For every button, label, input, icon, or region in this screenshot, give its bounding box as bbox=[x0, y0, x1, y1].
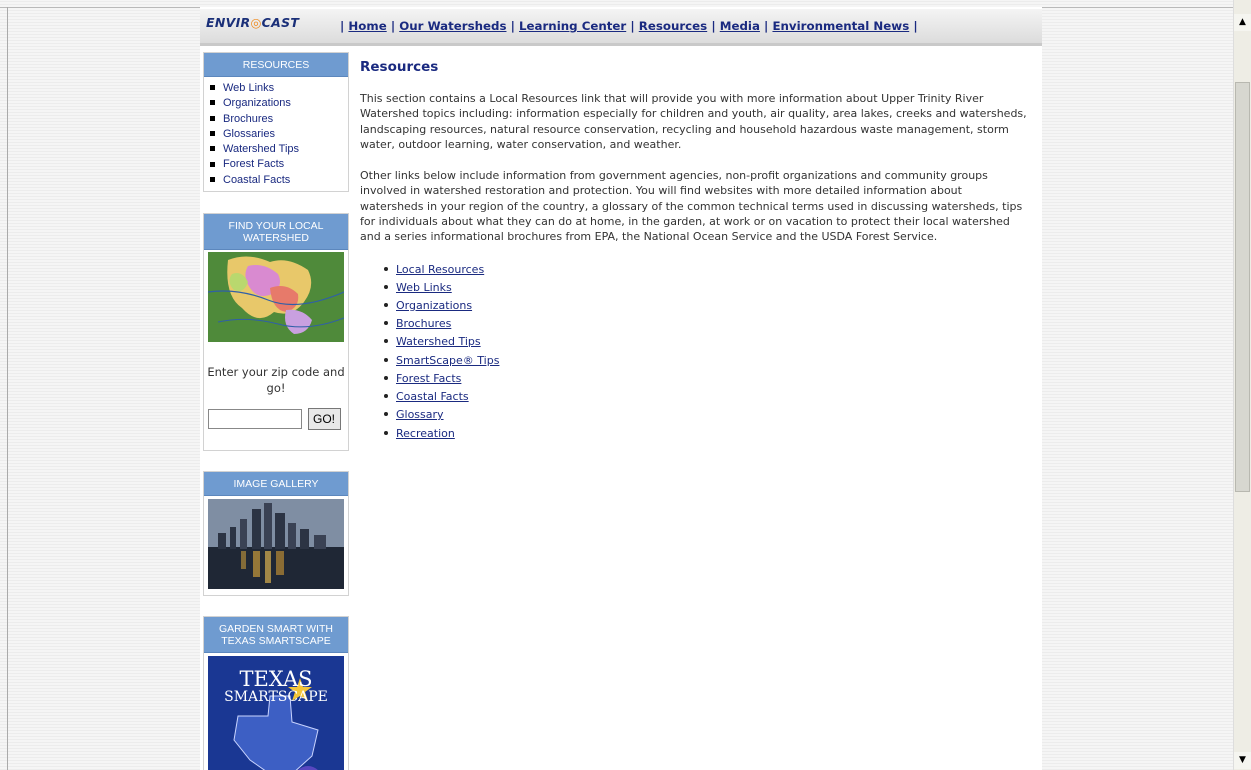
watershed-map-graphic bbox=[208, 252, 344, 342]
page-title: Resources bbox=[360, 59, 439, 75]
resources-link-web-links[interactable]: Web Links bbox=[223, 82, 274, 94]
smartscape-banner-text: TEXAS SMARTSCAPE bbox=[208, 667, 344, 706]
link-glossary[interactable]: Glossary bbox=[396, 408, 444, 421]
watershed-finder-box: FIND YOUR LOCAL WATERSHED Enter your zip… bbox=[203, 213, 349, 451]
list-item: Watershed Tips bbox=[384, 333, 1030, 351]
nav-our-watersheds[interactable]: Our Watersheds bbox=[399, 19, 506, 33]
list-item: Glossary bbox=[384, 406, 1030, 424]
zip-form: GO! bbox=[208, 408, 341, 430]
list-item: Coastal Facts bbox=[384, 388, 1030, 406]
list-item: Local Resources bbox=[384, 261, 1030, 279]
bullet-dot-icon bbox=[384, 266, 388, 271]
list-item: Brochures bbox=[384, 315, 1030, 333]
bullet-dot-icon bbox=[384, 321, 388, 326]
logo-text-a: ENVIR bbox=[206, 15, 251, 30]
main-content: Resources This section contains a Local … bbox=[360, 59, 1030, 443]
watershed-map-image[interactable] bbox=[208, 252, 344, 342]
link-recreation[interactable]: Recreation bbox=[396, 427, 455, 440]
bullet-dot-icon bbox=[384, 303, 388, 308]
watershed-finder-title: FIND YOUR LOCAL WATERSHED bbox=[204, 214, 348, 250]
bullet-dot-icon bbox=[384, 394, 388, 399]
resource-links-list: Local Resources Web Links Organizations … bbox=[384, 261, 1030, 443]
list-item: Coastal Facts bbox=[210, 173, 348, 188]
list-item: Web Links bbox=[384, 279, 1030, 297]
list-item: SmartScape® Tips bbox=[384, 352, 1030, 370]
link-organizations[interactable]: Organizations bbox=[396, 299, 472, 312]
nav-learning-center[interactable]: Learning Center bbox=[519, 19, 626, 33]
nav-resources[interactable]: Resources bbox=[639, 19, 707, 33]
intro-paragraph: This section contains a Local Resources … bbox=[360, 92, 1027, 151]
logo-swirl-icon: ◎ bbox=[250, 15, 262, 30]
scroll-up-arrow-icon[interactable]: ▲ bbox=[1234, 14, 1251, 31]
list-item: Forest Facts bbox=[210, 157, 348, 172]
nav-media[interactable]: Media bbox=[720, 19, 760, 33]
smartscape-box: GARDEN SMART WITH TEXAS SMARTSCAPE TEXAS… bbox=[203, 616, 349, 770]
resources-link-coastal-facts[interactable]: Coastal Facts bbox=[223, 174, 290, 186]
bullet-square-icon bbox=[210, 146, 215, 152]
bullet-dot-icon bbox=[384, 339, 388, 344]
nav-home[interactable]: Home bbox=[348, 19, 386, 33]
resources-link-forest-facts[interactable]: Forest Facts bbox=[223, 158, 284, 170]
list-item: Web Links bbox=[210, 81, 348, 96]
zip-code-input[interactable] bbox=[208, 409, 302, 429]
image-gallery-box: IMAGE GALLERY bbox=[203, 471, 349, 596]
other-links-paragraph: Other links below include information fr… bbox=[360, 169, 1023, 244]
site-header: ENVIR◎CAST | Home | Our Watersheds | Lea… bbox=[200, 9, 1042, 46]
link-web-links[interactable]: Web Links bbox=[396, 281, 452, 294]
skyline-gallery-image[interactable] bbox=[208, 499, 344, 589]
scroll-down-arrow-icon[interactable]: ▼ bbox=[1234, 752, 1251, 769]
bullet-dot-icon bbox=[384, 412, 388, 417]
resources-link-organizations[interactable]: Organizations bbox=[223, 97, 291, 109]
smartscape-title: GARDEN SMART WITH TEXAS SMARTSCAPE bbox=[204, 617, 348, 653]
list-item: Watershed Tips bbox=[210, 142, 348, 157]
bullet-square-icon bbox=[210, 100, 215, 106]
link-forest-facts[interactable]: Forest Facts bbox=[396, 372, 461, 385]
resources-box: RESOURCES Web Links Organizations Brochu… bbox=[203, 52, 349, 192]
bullet-square-icon bbox=[210, 115, 215, 121]
bullet-dot-icon bbox=[384, 357, 388, 362]
list-item: Recreation bbox=[384, 425, 1030, 443]
page-container: ENVIR◎CAST | Home | Our Watersheds | Lea… bbox=[200, 7, 1042, 770]
bullet-dot-icon bbox=[384, 375, 388, 380]
list-item: Glossaries bbox=[210, 127, 348, 142]
scrollbar-thumb[interactable] bbox=[1235, 82, 1250, 492]
list-item: Organizations bbox=[384, 297, 1030, 315]
resources-box-title: RESOURCES bbox=[204, 53, 348, 77]
list-item: Brochures bbox=[210, 112, 348, 127]
resources-list: Web Links Organizations Brochures Glossa… bbox=[204, 81, 348, 188]
bullet-dot-icon bbox=[384, 430, 388, 435]
zip-code-label: Enter your zip code and go! bbox=[207, 365, 345, 395]
image-gallery-title: IMAGE GALLERY bbox=[204, 472, 348, 496]
top-nav: | Home | Our Watersheds | Learning Cente… bbox=[340, 19, 918, 33]
envirocast-logo[interactable]: ENVIR◎CAST bbox=[206, 15, 299, 30]
texas-smartscape-banner[interactable]: TEXAS SMARTSCAPE bbox=[208, 656, 344, 770]
bullet-square-icon bbox=[210, 130, 215, 136]
link-local-resources[interactable]: Local Resources bbox=[396, 263, 484, 276]
bullet-square-icon bbox=[210, 161, 215, 167]
resources-link-watershed-tips[interactable]: Watershed Tips bbox=[223, 143, 299, 155]
list-item: Organizations bbox=[210, 96, 348, 111]
resources-link-brochures[interactable]: Brochures bbox=[223, 113, 273, 125]
bullet-square-icon bbox=[210, 176, 215, 182]
list-item: Forest Facts bbox=[384, 370, 1030, 388]
smartscape-banner-line2: SMARTSCAPE bbox=[224, 689, 328, 705]
nav-environmental-news[interactable]: Environmental News bbox=[772, 19, 909, 33]
link-brochures[interactable]: Brochures bbox=[396, 317, 451, 330]
link-coastal-facts[interactable]: Coastal Facts bbox=[396, 390, 469, 403]
logo-text-b: CAST bbox=[261, 15, 300, 30]
resources-link-glossaries[interactable]: Glossaries bbox=[223, 128, 275, 140]
window-left-edge bbox=[7, 7, 8, 770]
skyline-graphic bbox=[208, 499, 344, 589]
bullet-square-icon bbox=[210, 85, 215, 91]
link-smartscape-tips[interactable]: SmartScape® Tips bbox=[396, 354, 499, 367]
smartscape-banner-line1: TEXAS bbox=[239, 667, 313, 691]
vertical-scrollbar[interactable]: ▲ ▼ bbox=[1233, 0, 1251, 770]
link-watershed-tips[interactable]: Watershed Tips bbox=[396, 335, 481, 348]
go-button[interactable]: GO! bbox=[307, 408, 341, 430]
bullet-dot-icon bbox=[384, 284, 388, 289]
